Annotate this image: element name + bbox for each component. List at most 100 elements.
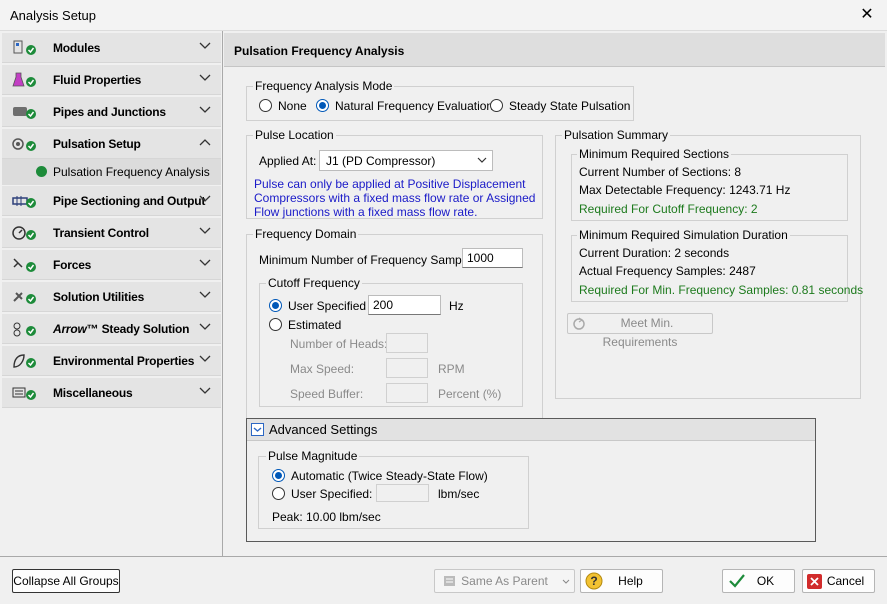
page-title: Pulsation Frequency Analysis xyxy=(234,44,405,58)
checkmark-icon xyxy=(729,574,745,588)
flask-icon xyxy=(12,72,36,87)
pulse-note-line-3: Flow junctions with a fixed mass flow ra… xyxy=(254,205,478,219)
forces-icon xyxy=(13,258,36,272)
sidebar-item-label: Forces xyxy=(53,258,92,272)
sidebar-subitem-label: Pulsation Frequency Analysis xyxy=(53,165,210,179)
chevron-down-icon xyxy=(477,157,487,163)
cutoff-user-label: User Specified xyxy=(288,299,367,313)
advanced-settings-header[interactable]: Advanced Settings xyxy=(247,419,815,441)
magnitude-user-label: User Specified: xyxy=(291,487,373,501)
sidebar-item-steady-solution[interactable]: Arrow™ Steady Solution xyxy=(2,314,221,344)
cancel-icon xyxy=(807,574,822,589)
arrow-brand: Arrow xyxy=(53,322,87,336)
group-legend: Pulse Magnitude xyxy=(266,449,360,463)
close-icon[interactable]: ✕ xyxy=(857,5,877,25)
group-legend: Pulsation Summary xyxy=(562,128,671,142)
mode-natural-label: Natural Frequency Evaluation xyxy=(335,99,494,113)
magnitude-unit: lbm/sec xyxy=(438,487,480,501)
mode-none-radio[interactable] xyxy=(259,99,272,112)
utilities-icon xyxy=(13,292,36,304)
sidebar-item-pipe-sectioning[interactable]: Pipe Sectioning and Output xyxy=(2,186,221,216)
sidebar-item-solution-utilities[interactable]: Solution Utilities xyxy=(2,282,221,312)
actual-samples: Actual Frequency Samples: 2487 xyxy=(579,264,756,278)
sidebar-item-label: Pipe Sectioning and Output xyxy=(53,194,206,208)
sidebar-item-forces[interactable]: Forces xyxy=(2,250,221,280)
pulsation-summary-group: Pulsation Summary Minimum Required Secti… xyxy=(555,128,864,399)
pipe-icon xyxy=(13,107,36,119)
sidebar-item-modules[interactable]: Modules xyxy=(2,33,221,63)
mode-steady-radio[interactable] xyxy=(490,99,503,112)
pulse-note-line-1: Pulse can only be applied at Positive Di… xyxy=(254,177,526,191)
chevron-down-icon[interactable] xyxy=(199,320,211,334)
cutoff-frequency-input[interactable]: 200 xyxy=(368,295,441,315)
speed-input[interactable] xyxy=(386,358,428,378)
same-as-parent-dropdown[interactable]: Same As Parent xyxy=(434,569,575,593)
sidebar-item-pipes-junctions[interactable]: Pipes and Junctions xyxy=(2,97,221,127)
cutoff-estimated-label: Estimated xyxy=(288,318,342,332)
sidebar-item-label: Arrow™ Steady Solution xyxy=(53,322,190,336)
chevron-down-icon[interactable] xyxy=(199,256,211,270)
sidebar-item-fluid-properties[interactable]: Fluid Properties xyxy=(2,65,221,95)
buffer-input[interactable] xyxy=(386,383,428,403)
required-cutoff-sections: Required For Cutoff Frequency: 2 xyxy=(579,202,758,216)
required-duration: Required For Min. Frequency Samples: 0.8… xyxy=(579,283,864,297)
sectioning-icon xyxy=(12,196,36,208)
chevron-down-icon[interactable] xyxy=(199,192,211,206)
magnitude-user-radio[interactable] xyxy=(272,487,285,500)
ok-button[interactable]: OK xyxy=(722,569,795,593)
frequency-domain-group: Frequency Domain Minimum Number of Frequ… xyxy=(246,227,543,439)
help-icon: ? xyxy=(585,572,603,590)
chevron-down-icon[interactable] xyxy=(199,103,211,117)
magnitude-auto-radio[interactable] xyxy=(272,469,285,482)
chevron-up-icon[interactable] xyxy=(199,135,211,149)
magnitude-user-input[interactable] xyxy=(376,484,429,502)
sidebar-item-label: Pulsation Setup xyxy=(53,137,141,151)
chevron-down-icon[interactable] xyxy=(199,352,211,366)
group-legend: Pulse Location xyxy=(253,128,336,142)
heads-input[interactable] xyxy=(386,333,428,353)
collapse-toggle-icon[interactable] xyxy=(251,423,264,436)
document-icon xyxy=(444,576,455,586)
speed-unit: RPM xyxy=(438,362,465,376)
chevron-down-icon[interactable] xyxy=(199,384,211,398)
advanced-settings-title: Advanced Settings xyxy=(269,422,378,437)
heads-label: Number of Heads: xyxy=(290,337,388,351)
collapse-all-groups-button[interactable]: Collapse All Groups xyxy=(12,569,120,593)
meet-min-requirements-button[interactable]: Meet Min. Requirements xyxy=(567,313,713,349)
min-samples-label: Minimum Number of Frequency Samples: xyxy=(259,253,481,267)
sidebar-subitem-pulsation-frequency-analysis[interactable]: Pulsation Frequency Analysis xyxy=(2,159,221,185)
cutoff-estimated-radio[interactable] xyxy=(269,318,282,331)
chevron-down-icon[interactable] xyxy=(199,71,211,85)
magnitude-auto-label: Automatic (Twice Steady-State Flow) xyxy=(291,469,488,483)
mode-none-label: None xyxy=(278,99,307,113)
cutoff-unit: Hz xyxy=(449,299,464,313)
cutoff-user-radio[interactable] xyxy=(269,299,282,312)
chevron-down-icon[interactable] xyxy=(199,39,211,53)
transient-icon xyxy=(12,226,36,240)
applied-at-select[interactable]: J1 (PD Compressor) xyxy=(319,150,493,171)
speed-label: Max Speed: xyxy=(290,362,355,376)
peak-value: Peak: 10.00 lbm/sec xyxy=(272,510,381,524)
chevron-down-icon[interactable] xyxy=(199,224,211,238)
chevron-down-icon[interactable] xyxy=(199,288,211,302)
check-icon xyxy=(36,166,47,177)
cutoff-frequency-group: Cutoff Frequency User Specified 200 Hz E… xyxy=(259,276,523,407)
cancel-button[interactable]: Cancel xyxy=(802,569,875,593)
pulse-note-line-2: Compressors with a fixed mass flow rate … xyxy=(254,191,536,205)
buffer-label: Speed Buffer: xyxy=(290,387,364,401)
help-button[interactable]: ? Help xyxy=(580,569,663,593)
chevron-down-icon xyxy=(562,579,570,584)
sidebar-item-label: Environmental Properties xyxy=(53,354,195,368)
refresh-icon xyxy=(573,317,585,330)
sidebar-item-pulsation-setup[interactable]: Pulsation Setup xyxy=(2,129,221,159)
advanced-settings-panel: Advanced Settings Pulse Magnitude Automa… xyxy=(246,418,816,542)
sidebar-item-transient-control[interactable]: Transient Control xyxy=(2,218,221,248)
min-samples-input[interactable]: 1000 xyxy=(462,248,523,268)
sidebar-item-miscellaneous[interactable]: Miscellaneous xyxy=(2,378,221,408)
pulse-magnitude-group: Pulse Magnitude Automatic (Twice Steady-… xyxy=(258,449,529,529)
sidebar-item-label: Modules xyxy=(53,41,101,55)
mode-natural-radio[interactable] xyxy=(316,99,329,112)
sidebar-item-label: Solution Utilities xyxy=(53,290,145,304)
sidebar-item-environmental-properties[interactable]: Environmental Properties xyxy=(2,346,221,376)
group-legend: Frequency Analysis Mode xyxy=(253,79,395,93)
